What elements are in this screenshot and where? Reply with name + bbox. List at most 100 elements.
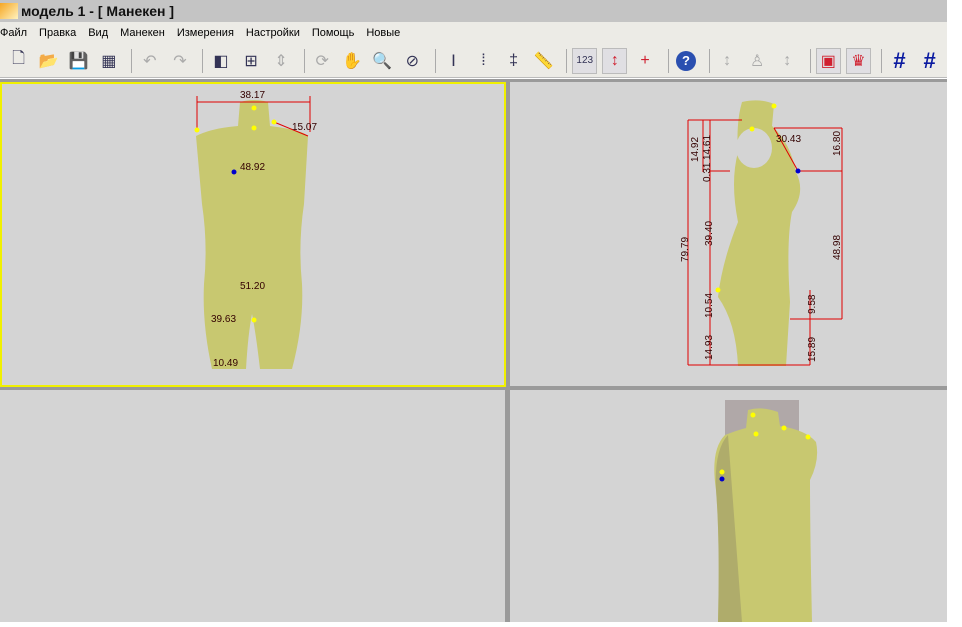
save-button[interactable]: 💾 — [66, 48, 91, 74]
redo-icon: ↷ — [173, 52, 187, 70]
menu-mannequin[interactable]: Манекен — [120, 27, 165, 39]
add-mannequin-icon: + — [640, 51, 650, 69]
zoom-window-icon: ⊘ — [405, 52, 420, 70]
grid-height-icon: # — [923, 47, 936, 73]
front-label: 48.92 — [240, 162, 265, 173]
menu-measurements[interactable]: Измерения — [177, 27, 234, 39]
view-cube-icon: ◧ — [213, 52, 229, 70]
mannequin-points-button[interactable]: ♛ — [845, 47, 872, 74]
save-all-icon: ▦ — [101, 52, 117, 70]
front-label: 39.63 — [211, 314, 236, 325]
mannequin-gray-3-button[interactable]: ↕ — [775, 48, 800, 74]
side-viewport[interactable]: 14.92 14.61 0.31 39.40 79.79 10.54 14.93… — [510, 82, 947, 386]
open-folder-button[interactable]: 📂 — [36, 48, 61, 74]
front-label: 38.17 — [240, 90, 265, 101]
toolbar: 🗋 📂 💾 ▦ ↶ ↷ ◧ ⊞ ⇕ ⟳ ✋ 🔍 ⊘ Ⅰ ⁞ ‡ 📏 123 ↕ +? ↕ ♙ ↕ ▣ ♛ # # — [0, 44, 947, 78]
redo-button[interactable]: ↷ — [167, 48, 192, 74]
title-bar: модель 1 - [ Манекен ] — [0, 0, 947, 22]
menu-view[interactable]: Вид — [88, 27, 108, 39]
mannequin-front — [196, 100, 308, 369]
mannequin-red-frame-icon: ▣ — [820, 52, 836, 70]
vertical-measure-3-button[interactable]: ‡ — [501, 48, 526, 74]
vertical-measure-button[interactable]: Ⅰ — [441, 48, 466, 74]
toolbar-separator — [708, 48, 710, 73]
vertical-measure-2-button[interactable]: ⁞ — [471, 48, 496, 74]
toolbar-separator — [131, 48, 133, 73]
side-label: 15.89 — [807, 337, 818, 362]
mannequin-gray-3-icon: ↕ — [783, 51, 792, 69]
menu-settings[interactable]: Настройки — [246, 27, 300, 39]
ruler-button[interactable]: 📏 — [531, 48, 556, 74]
grid-height-button[interactable]: # — [917, 48, 942, 74]
undo-icon: ↶ — [143, 52, 157, 70]
zoom-button[interactable]: 🔍 — [370, 48, 395, 74]
vertical-measure-icon: Ⅰ — [451, 52, 456, 70]
undo-button[interactable]: ↶ — [137, 48, 162, 74]
layout-button[interactable]: ⊞ — [238, 48, 263, 74]
fit-icon: ⇕ — [274, 52, 288, 70]
mannequin-height-button[interactable]: ↕ — [602, 47, 628, 74]
add-mannequin-button[interactable]: + — [632, 48, 657, 74]
view-cube-button[interactable]: ◧ — [208, 48, 233, 74]
mannequin-gray-2-icon: ♙ — [749, 52, 765, 70]
vertical-measure-3-icon: ‡ — [509, 51, 519, 69]
side-label: 79.79 — [680, 237, 691, 262]
pan-hand-button[interactable]: ✋ — [340, 48, 365, 74]
rotate-icon: ⟳ — [315, 52, 329, 70]
menu-edit[interactable]: Правка — [39, 27, 76, 39]
help-button[interactable]: ? — [674, 48, 699, 74]
vertical-measure-2-icon: ⁞ — [481, 51, 486, 69]
perspective-viewport[interactable] — [510, 390, 947, 622]
side-label: 9.58 — [807, 294, 818, 314]
side-label: 39.40 — [704, 221, 715, 246]
save-icon: 💾 — [68, 52, 89, 70]
zoom-window-button[interactable]: ⊘ — [400, 48, 425, 74]
front-viewport[interactable]: 38.17 15.07 48.92 51.20 39.63 10.49 — [0, 82, 506, 387]
show-values-button[interactable]: 123 — [572, 47, 598, 74]
side-label: 14.92 — [690, 137, 701, 162]
mannequin-gray-1-icon: ↕ — [723, 51, 732, 69]
new-document-button[interactable]: 🗋 — [6, 48, 31, 74]
side-label: 14.61 — [702, 135, 713, 160]
viewport-area: 38.17 15.07 48.92 51.20 39.63 10.49 14.9… — [0, 79, 947, 622]
help-icon: ? — [676, 50, 697, 71]
pan-hand-icon: ✋ — [342, 52, 363, 70]
zoom-icon: 🔍 — [372, 52, 393, 70]
front-label: 10.49 — [213, 358, 238, 369]
menu-help[interactable]: Помощь — [312, 27, 355, 39]
side-label: 48.98 — [832, 235, 843, 260]
menu-bar: Файл Правка Вид Манекен Измерения Настро… — [0, 22, 947, 44]
menu-new[interactable]: Новые — [366, 27, 400, 39]
show-values-icon: 123 — [576, 55, 594, 66]
side-label: 10.54 — [704, 293, 715, 318]
front-label: 15.07 — [292, 122, 317, 133]
mannequin-gray-1-button[interactable]: ↕ — [715, 48, 740, 74]
side-label: 14.93 — [704, 335, 715, 360]
new-document-icon: 🗋 — [12, 50, 25, 67]
save-all-button[interactable]: ▦ — [96, 48, 121, 74]
mannequin-gray-2-button[interactable]: ♙ — [745, 48, 770, 74]
side-label: 30.43 — [776, 134, 801, 145]
open-folder-icon: 📂 — [38, 52, 59, 70]
toolbar-separator — [667, 48, 669, 73]
mannequin-points-icon: ♛ — [851, 52, 866, 70]
front-label: 51.20 — [240, 281, 265, 292]
toolbar-separator — [566, 48, 568, 73]
toolbar-separator — [809, 48, 811, 73]
grid-button[interactable]: # — [887, 48, 912, 74]
ruler-icon: 📏 — [533, 52, 554, 70]
side-label: 16.80 — [832, 131, 843, 156]
rotate-button[interactable]: ⟳ — [310, 48, 335, 74]
mannequin-height-icon: ↕ — [610, 51, 619, 69]
window-title: модель 1 - [ Манекен ] — [21, 3, 175, 19]
fit-button[interactable]: ⇕ — [269, 48, 294, 74]
toolbar-separator — [202, 48, 204, 73]
empty-viewport[interactable] — [0, 390, 505, 622]
side-label: 0.31 — [702, 162, 713, 182]
toolbar-separator — [303, 48, 305, 73]
menu-file[interactable]: Файл — [0, 27, 27, 39]
grid-icon: # — [893, 47, 906, 73]
app-icon — [0, 3, 18, 19]
mannequin-red-frame-button[interactable]: ▣ — [815, 47, 841, 74]
toolbar-separator — [434, 48, 436, 73]
